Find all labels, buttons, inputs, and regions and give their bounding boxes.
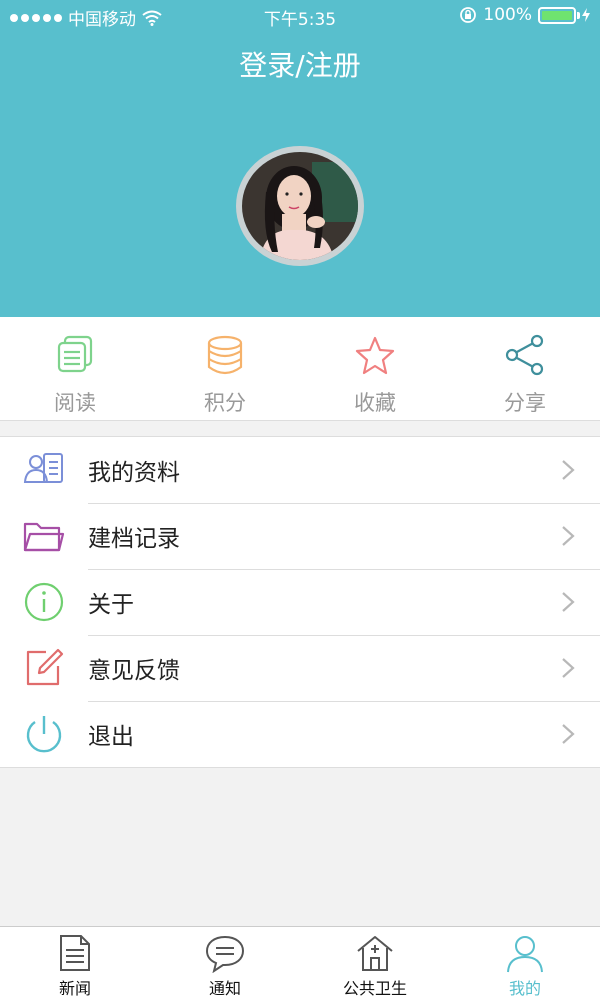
star-icon (355, 336, 395, 375)
quick-actions-bar: 阅读 积分 收藏 分享 (0, 317, 600, 421)
tab-mine[interactable]: 我的 (450, 927, 600, 1000)
tab-label: 通知 (208, 979, 241, 998)
quick-action-label: 收藏 (354, 391, 396, 415)
login-register-link[interactable]: 登录/注册 (0, 44, 600, 84)
charging-icon (582, 8, 590, 22)
folder-icon (23, 522, 65, 552)
clinic-icon (357, 936, 393, 971)
battery-icon (538, 6, 580, 24)
quick-action-points[interactable]: 积分 (150, 317, 300, 420)
chevron-right-icon (562, 658, 575, 678)
quick-action-label: 积分 (204, 391, 246, 415)
menu-item-my-profile[interactable]: 我的资料 (0, 437, 600, 503)
menu-item-label: 关于 (88, 592, 134, 618)
rotation-lock-icon (460, 7, 477, 23)
chat-icon (205, 935, 245, 973)
chevron-right-icon (562, 460, 575, 480)
tab-notifications[interactable]: 通知 (150, 927, 300, 1000)
menu-item-feedback[interactable]: 意见反馈 (0, 635, 600, 701)
chevron-right-icon (562, 526, 575, 546)
tab-label: 公共卫生 (342, 979, 407, 998)
quick-action-label: 分享 (504, 391, 546, 415)
coins-icon (207, 335, 243, 375)
tab-label: 我的 (508, 979, 541, 998)
info-icon (24, 582, 64, 622)
person-icon (507, 936, 543, 973)
menu-item-logout[interactable]: 退出 (0, 701, 600, 767)
quick-action-label: 阅读 (54, 391, 96, 415)
chevron-right-icon (562, 592, 575, 612)
menu-item-label: 我的资料 (88, 460, 180, 486)
status-bar: 中国移动 下午5:35 100% (0, 0, 600, 30)
power-icon (26, 716, 62, 753)
menu-item-label: 建档记录 (88, 526, 180, 552)
quick-action-share[interactable]: 分享 (450, 317, 600, 420)
menu-item-about[interactable]: 关于 (0, 569, 600, 635)
reading-icon (57, 335, 93, 373)
menu-item-label: 退出 (88, 724, 134, 750)
status-right: 100% (459, 5, 590, 25)
edit-icon (26, 648, 64, 686)
tab-label: 新闻 (58, 979, 91, 998)
avatar[interactable] (236, 146, 364, 266)
news-icon (60, 935, 90, 971)
chevron-right-icon (562, 724, 575, 744)
profile-card-icon (23, 453, 63, 483)
menu-item-records[interactable]: 建档记录 (0, 503, 600, 569)
share-icon (505, 334, 544, 376)
quick-action-favorites[interactable]: 收藏 (300, 317, 450, 420)
tab-public-health[interactable]: 公共卫生 (300, 927, 450, 1000)
settings-menu: 我的资料 建档记录 关于 意见反馈 退出 (0, 436, 600, 768)
menu-item-label: 意见反馈 (88, 658, 180, 684)
tab-news[interactable]: 新闻 (0, 927, 150, 1000)
avatar-photo (242, 152, 358, 260)
quick-action-reading[interactable]: 阅读 (0, 317, 150, 420)
profile-header: 中国移动 下午5:35 100% 登录/注册 (0, 0, 600, 317)
battery-percent: 100% (483, 5, 532, 25)
bottom-tab-bar: 新闻 通知 公共卫生 我的 (0, 926, 600, 1000)
